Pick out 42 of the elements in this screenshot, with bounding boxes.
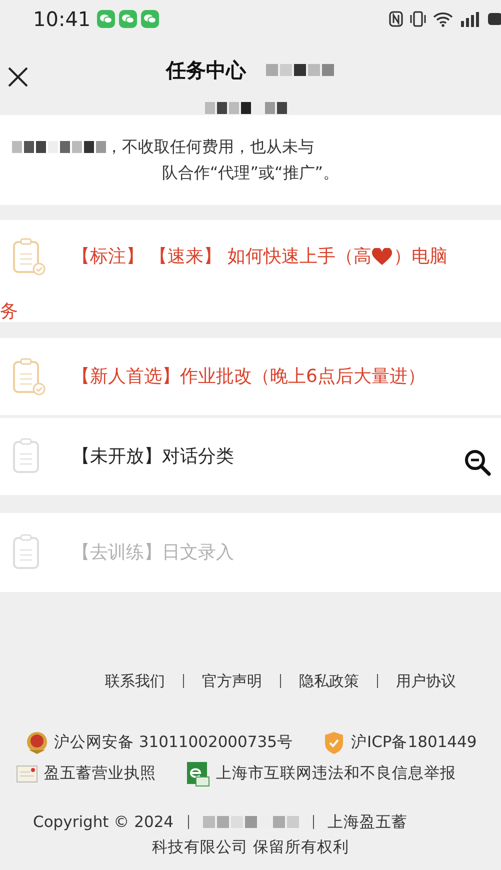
footer-link[interactable]: 用户协议 bbox=[396, 670, 456, 692]
chat-app-icon bbox=[140, 10, 159, 28]
task-title: 【未开放】对话分类 bbox=[72, 445, 234, 469]
task-title: 【标注】 【速来】 如何快速上手（高 bbox=[72, 245, 372, 269]
chat-app-icon bbox=[118, 10, 137, 28]
record-link[interactable]: 盈五蓄营业执照 bbox=[16, 762, 156, 786]
task-card[interactable]: 【标注】 【速来】 如何快速上手（高 ）电脑 务 bbox=[0, 220, 501, 322]
task-title: 【去训练】日文录入 bbox=[72, 541, 234, 565]
clock: 10:41 bbox=[33, 6, 91, 32]
clipboard-icon bbox=[12, 358, 46, 396]
notice-text: ，不收取任何费用，也从未与 bbox=[106, 136, 314, 158]
certificate-icon bbox=[16, 764, 38, 784]
task-card[interactable]: 【新人首选】作业批改（晚上6点后大量进） bbox=[0, 338, 501, 415]
record-link[interactable]: 沪ICP备1801449 bbox=[323, 730, 477, 754]
chat-app-icon bbox=[96, 10, 115, 28]
record-link[interactable]: 上海市互联网违法和不良信息举报 bbox=[186, 760, 456, 786]
footer-link[interactable]: 隐私政策 bbox=[299, 670, 359, 692]
zoom-out-icon[interactable] bbox=[463, 448, 493, 478]
close-icon bbox=[7, 66, 29, 88]
vibrate-icon bbox=[409, 10, 427, 26]
notice-text: 队合作“代理”或“推广”。 bbox=[162, 162, 340, 184]
report-icon bbox=[186, 760, 210, 786]
copyright-text: 上海盈五蓄 bbox=[328, 812, 408, 832]
nfc-icon bbox=[389, 10, 403, 26]
emblem-icon bbox=[26, 730, 48, 754]
footer-link[interactable]: 官方声明 bbox=[202, 670, 262, 692]
signal-icon bbox=[459, 10, 481, 26]
wifi-icon bbox=[433, 10, 453, 26]
copyright-text: Copyright © 2024 bbox=[33, 812, 174, 832]
heart-icon bbox=[371, 248, 394, 266]
task-title: ）电脑 bbox=[393, 245, 448, 269]
footer-link[interactable]: 联系我们 bbox=[105, 670, 165, 692]
redaction-mosaic bbox=[266, 64, 334, 76]
record-link[interactable]: 沪公网安备 31011002000735号 bbox=[26, 730, 293, 754]
page-title: 任务中心 bbox=[166, 57, 246, 84]
task-title: 【新人首选】作业批改（晚上6点后大量进） bbox=[72, 365, 426, 389]
task-card[interactable]: 【未开放】对话分类 bbox=[0, 418, 501, 495]
task-title: 务 bbox=[0, 300, 18, 324]
battery-icon bbox=[487, 10, 501, 26]
copyright-text: 科技有限公司 保留所有权利 bbox=[152, 836, 349, 858]
shield-icon bbox=[323, 730, 345, 754]
clipboard-icon bbox=[12, 238, 46, 276]
